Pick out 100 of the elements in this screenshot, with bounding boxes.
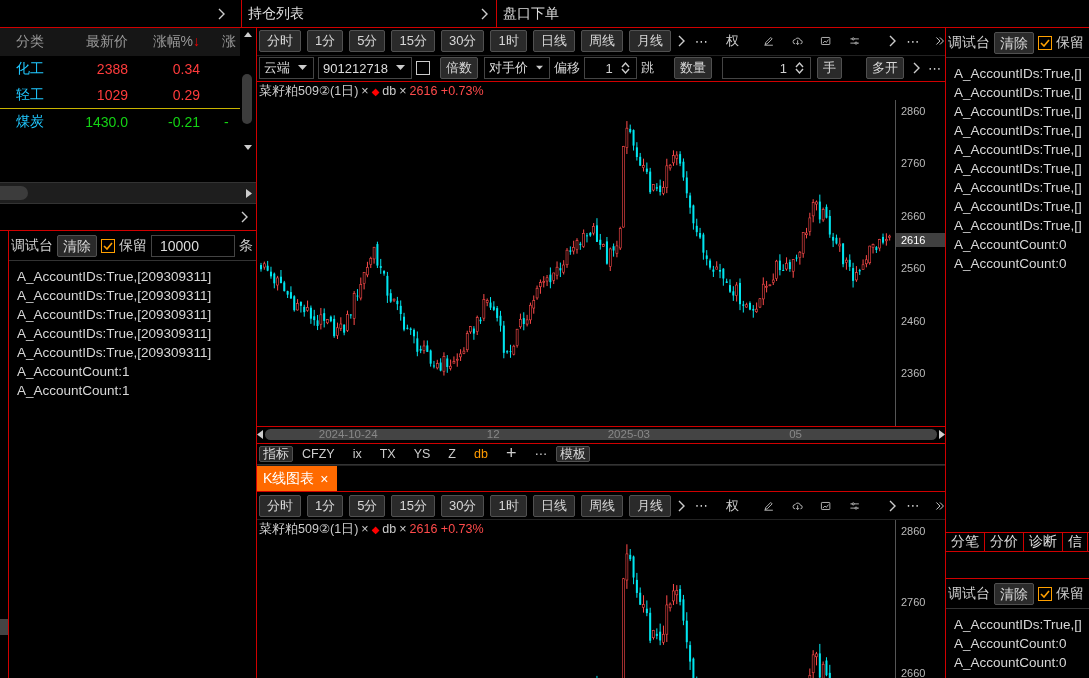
chevron-right-icon[interactable] [676,499,685,512]
indicator-tab[interactable]: TX [370,446,405,461]
indicator-tab[interactable]: db [465,446,497,461]
indicator-tab[interactable]: ix [343,446,371,461]
chevron-right-icon[interactable] [480,7,488,20]
period-button[interactable]: 日线 [532,494,575,517]
period-button[interactable]: 1时 [490,494,527,517]
period-button[interactable]: 1分 [307,30,344,53]
axis-label: 2460 [901,314,926,327]
period-button[interactable]: 月线 [628,494,671,517]
close-icon[interactable]: × [361,522,369,537]
clear-button[interactable]: 清除 [57,234,97,257]
quantity-spinbox[interactable]: 1 [721,57,811,80]
double-chevron-icon[interactable] [935,499,945,512]
chevron-right-icon[interactable] [676,35,685,48]
panel-tab[interactable]: 分笔 [946,533,985,551]
period-button[interactable]: 分时 [259,494,301,517]
panel-tab[interactable]: 盘口下单 [496,0,1089,27]
column-header[interactable]: 涨 [200,33,236,51]
close-icon[interactable]: × [399,522,407,537]
column-header[interactable]: 分类 [0,33,66,51]
table-cell-text: -0.21 [167,114,200,130]
checkbox[interactable] [1038,586,1052,601]
account-dropdown[interactable]: 901212718 [318,57,413,80]
clear-button[interactable]: 清除 [994,31,1034,54]
axis-label: 2660 [901,209,926,222]
offset-spinbox[interactable]: 1 [584,57,637,80]
clear-button[interactable]: 清除 [994,582,1034,605]
more-button[interactable]: ⋯ [690,498,712,514]
period-button[interactable]: 5分 [349,494,386,517]
panel-tab[interactable]: 分价 [985,533,1024,551]
period-button[interactable]: 30分 [440,30,485,53]
multiplier-button[interactable]: 倍数 [440,57,479,80]
rights-button[interactable]: 权 [721,496,743,515]
close-icon[interactable]: × [399,84,407,99]
panel-tab[interactable]: 诊断 [1024,533,1063,551]
template-button[interactable]: 模板 [555,445,590,462]
column-header[interactable]: 涨幅%↓ [128,33,200,51]
spinner-icon[interactable] [620,61,630,76]
checkbox[interactable] [1038,35,1052,50]
chevron-right-icon[interactable] [912,62,920,75]
scrollbar-thumb[interactable] [0,619,8,635]
chevron-right-icon[interactable] [217,7,225,20]
checkbox[interactable] [101,238,115,253]
double-chevron-icon[interactable] [935,35,945,48]
indicator-button[interactable]: 指标 [259,445,293,462]
log-line: A_AccountCount:0 [954,654,1068,672]
period-button[interactable]: 1分 [307,494,344,517]
price-type-dropdown[interactable]: 对手价 [484,57,551,80]
table-cell-text: 煤炭 [15,113,45,131]
scrollbar-thumb[interactable] [242,74,252,124]
indicator-tab[interactable]: CFZY [293,446,344,461]
chevron-right-icon[interactable] [888,499,897,512]
log-line: A_AccountIDs:True,[] [954,160,1081,178]
indicator-name: db [382,84,397,99]
rights-button[interactable]: 权 [721,32,743,51]
chevron-right-icon[interactable] [888,35,897,48]
scroll-right-icon[interactable] [246,188,252,198]
scroll-left-icon[interactable] [257,430,263,440]
log-line: A_AccountIDs:True,[] [954,616,1081,634]
scroll-down-icon[interactable] [244,145,252,150]
indicator-tab[interactable]: YS [404,446,440,461]
unit-button[interactable]: 手 [817,57,842,80]
close-icon[interactable]: × [361,84,369,99]
period-button[interactable]: 15分 [391,494,435,517]
scroll-up-icon[interactable] [244,32,252,37]
more-button[interactable]: ⋯ [902,33,924,49]
table-cell-text: 轻工 [15,86,45,104]
source-dropdown[interactable]: 云端 [259,57,314,80]
more-button[interactable]: ⋯ [690,33,712,49]
add-button[interactable]: + [496,443,526,465]
period-button[interactable]: 周线 [580,30,623,53]
axis-label: 2560 [901,262,926,275]
keep-label: 保留 [1056,33,1084,52]
quantity-button[interactable]: 数量 [673,57,712,80]
scrollbar-thumb[interactable] [0,186,28,200]
panel-tab[interactable]: 持仓列表 [241,0,496,27]
log-line: A_AccountIDs:True,[] [954,103,1081,121]
period-button[interactable]: 1时 [490,30,527,53]
period-button[interactable]: 30分 [440,494,485,517]
chevron-right-icon[interactable] [240,211,248,223]
panel-tab[interactable]: 信 [1063,533,1088,551]
period-button[interactable]: 分时 [259,30,301,53]
period-button[interactable]: 月线 [628,30,671,53]
period-button[interactable]: 日线 [532,30,575,53]
date-label: 12 [486,428,500,442]
spinner-icon[interactable] [795,61,804,76]
more-button[interactable]: ⋯ [525,446,556,462]
indicator-tab[interactable]: Z [439,446,465,461]
more-button[interactable]: ⋯ [902,498,924,514]
period-button[interactable]: 5分 [349,30,386,53]
column-header[interactable]: 最新价 [66,33,128,51]
checkbox[interactable] [416,61,431,76]
period-button[interactable]: 15分 [391,30,435,53]
open-long-button[interactable]: 多开 [866,57,904,80]
more-button[interactable]: ⋯ [924,61,945,76]
log-line: A_AccountIDs:True,[209309311] [17,287,213,305]
limit-field[interactable]: 10000 [151,234,235,257]
period-button[interactable]: 周线 [580,494,623,517]
scroll-right-icon[interactable] [939,430,945,440]
